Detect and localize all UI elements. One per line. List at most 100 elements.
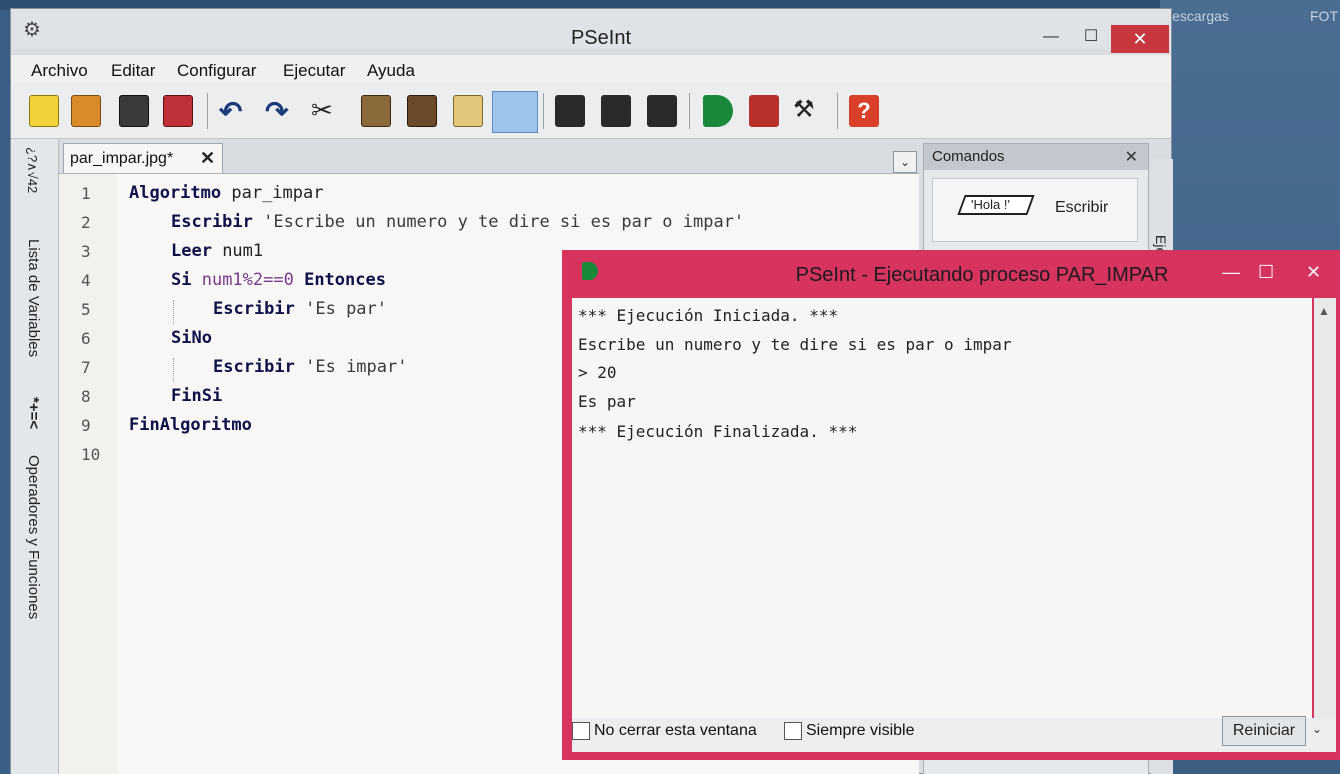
line-number: 8	[81, 387, 91, 406]
code-line-3: Leer num1	[171, 241, 263, 261]
comment-icon[interactable]	[601, 95, 631, 127]
toolbar-separator	[689, 93, 690, 129]
line-number: 6	[81, 329, 91, 348]
file-tab-close-icon[interactable]: ✕	[200, 148, 215, 169]
code-line-9: FinAlgoritmo	[129, 415, 252, 435]
console-line: *** Ejecución Finalizada. ***	[578, 422, 858, 441]
file-tab-label: par_impar.jpg*	[70, 150, 174, 167]
line-number: 9	[81, 416, 91, 435]
undo-icon[interactable]: ↶	[219, 95, 249, 127]
reiniciar-button[interactable]: Reiniciar	[1222, 716, 1306, 746]
edit-icon[interactable]	[453, 95, 483, 127]
code-line-8: FinSi	[171, 386, 222, 406]
toolbar: ↶ ↷ ✂ ⚒ ?	[11, 83, 1171, 139]
console-output[interactable]: *** Ejecución Iniciada. *** Escribe un n…	[572, 298, 1312, 718]
siempre-visible-label: Siempre visible	[806, 722, 915, 739]
keyword: Si	[171, 270, 192, 290]
keyword: SiNo	[171, 328, 212, 348]
redo-icon[interactable]: ↷	[265, 95, 295, 127]
menu-ayuda[interactable]: Ayuda	[367, 61, 415, 81]
debug-icon[interactable]: ⚒	[793, 95, 823, 127]
line-number: 7	[81, 358, 91, 377]
code-line-7: Escribir 'Es impar'	[213, 357, 407, 377]
toolbar-separator	[837, 93, 838, 129]
comandos-close-icon[interactable]: ✕	[1125, 147, 1138, 167]
save-icon[interactable]	[119, 95, 149, 127]
keyword: Escribir	[171, 212, 253, 232]
code-text: num1%2==0	[191, 270, 305, 290]
console-scrollbar[interactable]: ▲	[1314, 298, 1336, 718]
line-number: 10	[81, 445, 101, 464]
no-cerrar-checkbox[interactable]	[572, 722, 590, 740]
side-tab-lista-variables[interactable]: Lista de Variables	[25, 239, 42, 357]
line-number-gutter: 1 2 3 4 5 6 7 8 9 10	[59, 174, 117, 774]
code-text: num1	[211, 241, 264, 261]
line-number: 5	[81, 300, 91, 319]
code-line-6: SiNo	[171, 328, 212, 348]
main-window-title: PSeInt	[570, 27, 632, 49]
keyword: Escribir	[213, 299, 295, 319]
menu-ejecutar[interactable]: Ejecutar	[283, 61, 345, 81]
keyword: Leer	[171, 241, 212, 261]
chevron-down-icon[interactable]: ⌄	[1312, 722, 1322, 736]
help-icon[interactable]: ?	[849, 95, 879, 127]
console-line: *** Ejecución Iniciada. ***	[578, 306, 839, 325]
toolbar-separator	[543, 93, 544, 129]
console-line: Es par	[578, 392, 636, 411]
keyword: FinSi	[171, 386, 223, 406]
copy-icon[interactable]	[361, 95, 391, 127]
file-tab[interactable]: par_impar.jpg* ✕	[63, 143, 223, 173]
exec-maximize-button[interactable]: ☐	[1258, 262, 1274, 283]
cut-icon[interactable]: ✂	[311, 95, 341, 127]
find-icon[interactable]	[492, 91, 538, 133]
uncomment-icon[interactable]	[647, 95, 677, 127]
indent-guide	[173, 358, 174, 382]
side-panel: ¿?∧√42 Lista de Variables *+=< Operadore…	[11, 139, 59, 774]
side-tab-operadores-funciones[interactable]: Operadores y Funciones	[25, 455, 42, 619]
paste-icon[interactable]	[407, 95, 437, 127]
keyword: Algoritmo	[129, 183, 222, 203]
open-file-icon[interactable]	[71, 95, 101, 127]
comando-escribir[interactable]: 'Hola !' Escribir	[932, 178, 1138, 242]
step-icon[interactable]	[749, 95, 779, 127]
code-text: 'Es impar'	[294, 357, 408, 377]
code-line-5: Escribir 'Es par'	[213, 299, 387, 319]
comandos-title: Comandos	[932, 148, 1005, 165]
new-file-icon[interactable]	[29, 95, 59, 127]
no-cerrar-label: No cerrar esta ventana	[594, 722, 757, 739]
comandos-header: Comandos ✕	[924, 144, 1148, 170]
comando-escribir-label: Escribir	[1055, 199, 1109, 216]
code-text: 'Es par'	[294, 299, 388, 319]
code-text: par_impar	[221, 183, 324, 203]
exec-minimize-button[interactable]: —	[1222, 262, 1240, 283]
close-button[interactable]: ✕	[1111, 25, 1169, 53]
line-number: 4	[81, 271, 91, 290]
variables-icon[interactable]: *+=<	[25, 397, 42, 429]
menu-editar[interactable]: Editar	[111, 61, 155, 81]
console-line: Escribe un numero y te dire si es par o …	[578, 335, 1012, 354]
siempre-visible-checkbox[interactable]	[784, 722, 802, 740]
indent-guide	[173, 300, 174, 324]
line-number: 3	[81, 242, 91, 261]
keyword: Escribir	[213, 357, 295, 377]
scroll-up-icon[interactable]: ▲	[1318, 304, 1330, 318]
operators-icon[interactable]: ¿?∧√42	[25, 147, 40, 193]
code-line-2: Escribir 'Escribe un numero y te dire si…	[171, 212, 744, 232]
tab-list-dropdown[interactable]: ⌄	[893, 151, 917, 173]
exec-close-button[interactable]: ✕	[1306, 262, 1321, 283]
desktop-label-descargas[interactable]: Descargas	[1162, 8, 1229, 24]
keyword: FinAlgoritmo	[129, 415, 252, 435]
indent-icon[interactable]	[555, 95, 585, 127]
menu-archivo[interactable]: Archivo	[31, 61, 88, 81]
maximize-button[interactable]: ☐	[1071, 27, 1111, 47]
save-as-icon[interactable]	[163, 95, 193, 127]
run-icon[interactable]	[703, 95, 733, 127]
line-number: 1	[81, 184, 91, 203]
line-number: 2	[81, 213, 91, 232]
execution-footer: No cerrar esta ventana Siempre visible R…	[572, 716, 1336, 752]
execution-window-title: PSeInt - Ejecutando proceso PAR_IMPAR	[795, 264, 1169, 286]
menu-configurar[interactable]: Configurar	[177, 61, 256, 81]
minimize-button[interactable]: —	[1031, 27, 1071, 47]
desktop-label-fot[interactable]: FOT	[1310, 8, 1338, 24]
editor-tab-bar: par_impar.jpg* ✕	[59, 139, 919, 173]
